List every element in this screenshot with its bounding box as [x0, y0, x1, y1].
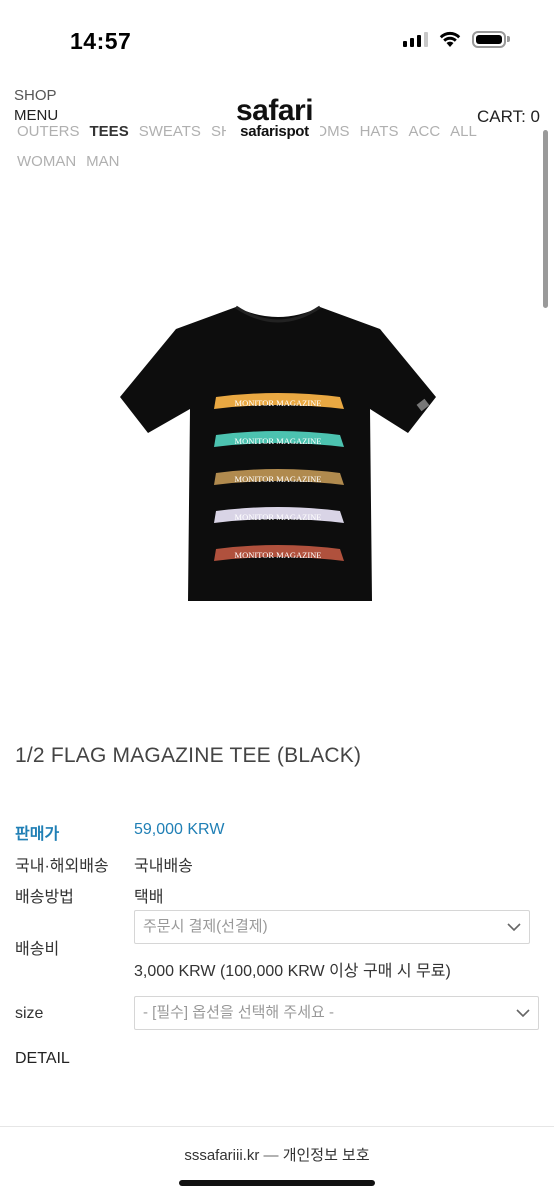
shirt-banner: MONITOR MAGAZINE — [214, 431, 344, 447]
detail-label: DETAIL — [15, 1050, 70, 1067]
shirt-banner: MONITOR MAGAZINE — [214, 545, 344, 561]
footer-separator: — — [263, 1147, 279, 1164]
footer: sssafariii.kr — 개인정보 보호 — [0, 1144, 554, 1165]
shirt-banner-text: MONITOR MAGAZINE — [235, 474, 322, 484]
size-select-value: - [필수] 옵션을 선택해 주세요 - — [143, 1004, 334, 1021]
shipping-scope-label: 국내·해외배송 — [15, 858, 109, 875]
site-logo[interactable]: safari safarispot — [236, 94, 314, 140]
shipping-method-value: 택배 — [134, 889, 164, 906]
gender-row: WOMAN MAN — [17, 147, 537, 177]
shipping-fee-note: 3,000 KRW (100,000 KRW 이상 구매 시 무료) — [134, 963, 451, 980]
nav-item-all[interactable]: ALL — [450, 117, 477, 147]
nav-item-woman[interactable]: WOMAN — [17, 147, 76, 177]
nav-item-acc[interactable]: ACC — [408, 117, 440, 147]
shirt-banner-text: MONITOR MAGAZINE — [235, 398, 322, 408]
status-icons — [403, 30, 510, 48]
product-title: 1/2 FLAG MAGAZINE TEE (BLACK) — [15, 744, 362, 767]
nav-item-hats[interactable]: HATS — [360, 117, 399, 147]
price-value: 59,000 KRW — [134, 821, 225, 838]
shipping-fee-label: 배송비 — [15, 941, 60, 958]
scrollbar[interactable] — [543, 130, 548, 308]
shop-label: SHOP — [14, 87, 57, 104]
chevron-down-icon — [507, 923, 521, 932]
privacy-link[interactable]: 개인정보 보호 — [283, 1147, 370, 1164]
nav-item-outers[interactable]: OUTERS — [17, 117, 80, 147]
nav-item-sweats[interactable]: SWEATS — [139, 117, 201, 147]
signal-icon — [403, 31, 428, 47]
status-time: 14:57 — [70, 28, 132, 54]
nav-item-man[interactable]: MAN — [86, 147, 119, 177]
home-indicator[interactable] — [179, 1180, 375, 1186]
logo-sub: safarispot — [240, 123, 309, 140]
wifi-icon — [439, 31, 461, 47]
shirt-banner: MONITOR MAGAZINE — [214, 393, 344, 409]
chevron-down-icon — [516, 1009, 530, 1018]
nav-item-tees[interactable]: TEES — [90, 117, 129, 147]
shirt-banner: MONITOR MAGAZINE — [214, 469, 344, 485]
cart-link[interactable]: CART: 0 — [477, 107, 540, 127]
status-bar: 14:57 — [0, 0, 554, 80]
footer-domain[interactable]: sssafariii.kr — [184, 1147, 259, 1164]
size-select[interactable]: - [필수] 옵션을 선택해 주세요 - — [134, 996, 539, 1030]
size-label: size — [15, 1005, 44, 1022]
shirt-banner-text: MONITOR MAGAZINE — [235, 550, 322, 560]
shipping-scope-value: 국내배송 — [134, 858, 193, 875]
price-label: 판매가 — [15, 826, 60, 843]
shirt-banner: MONITOR MAGAZINE — [214, 507, 344, 523]
shipping-fee-select[interactable]: 주문시 결제(선결제) — [134, 910, 530, 944]
battery-icon — [472, 30, 510, 48]
shipping-fee-select-value: 주문시 결제(선결제) — [143, 918, 268, 935]
t-shirt-image: MONITOR MAGAZINE MONITOR MAGAZINE MONITOR … — [120, 305, 436, 601]
shirt-banner-text: MONITOR MAGAZINE — [235, 512, 322, 522]
shirt-banner-text: MONITOR MAGAZINE — [235, 436, 322, 446]
footer-divider — [0, 1126, 554, 1127]
shipping-method-label: 배송방법 — [15, 889, 74, 906]
logo-main: safari — [236, 94, 314, 127]
